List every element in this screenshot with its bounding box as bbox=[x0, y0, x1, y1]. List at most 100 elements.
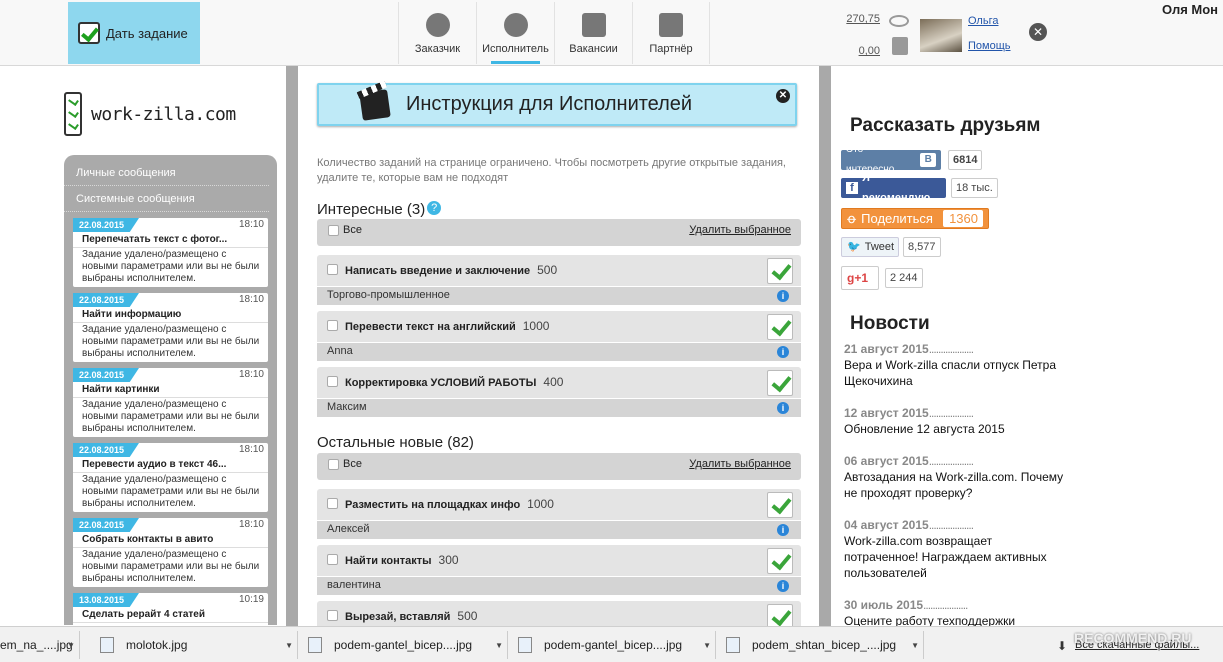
facebook-recommend-button[interactable]: f Я рекомендую bbox=[841, 172, 946, 204]
tab-executor[interactable]: Исполнитель bbox=[476, 2, 554, 64]
help-link[interactable]: Помощь bbox=[968, 40, 1011, 52]
tab-vacancies-label: Вакансии bbox=[569, 43, 618, 55]
balance-bonus[interactable]: 0,00 bbox=[840, 44, 880, 59]
odnoklassniki-count: 1360 bbox=[943, 210, 983, 227]
task-checkbox[interactable] bbox=[327, 376, 338, 387]
tweet-button[interactable]: 🐦 Tweet bbox=[841, 237, 899, 257]
download-item[interactable]: molotok.jpg ▼ bbox=[92, 631, 298, 659]
news-text[interactable]: Обновление 12 августа 2015 bbox=[844, 421, 1064, 437]
download-item[interactable]: podem_shtan_bicep_....jpg ▼ bbox=[718, 631, 924, 659]
info-icon[interactable]: i bbox=[777, 524, 789, 536]
info-icon[interactable]: i bbox=[777, 290, 789, 302]
news-text[interactable]: Автозадания на Work-zilla.com. Почему не… bbox=[844, 469, 1064, 501]
message-date: 22.08.2015 bbox=[73, 368, 139, 382]
accept-check-icon[interactable] bbox=[767, 548, 793, 574]
task-title[interactable]: Корректировка УСЛОВИЙ РАБОТЫ bbox=[345, 377, 536, 389]
customer-icon bbox=[425, 13, 450, 37]
vk-share-button[interactable]: Это интересно В bbox=[841, 144, 941, 175]
task-title[interactable]: Разместить на площадках инфо bbox=[345, 499, 520, 511]
message-item[interactable]: 22.08.2015 18:10 Перевести аудио в текст … bbox=[73, 443, 268, 512]
task-checkbox[interactable] bbox=[327, 264, 338, 275]
task-checkbox[interactable] bbox=[327, 320, 338, 331]
video-clapper-icon bbox=[359, 88, 391, 121]
give-task-label: Дать задание bbox=[106, 25, 188, 41]
coins-icon bbox=[889, 15, 909, 27]
news-text[interactable]: Work-zilla.com возвращает потраченное! Н… bbox=[844, 533, 1064, 581]
task-row[interactable]: Перевести текст на английский 1000 bbox=[317, 311, 801, 342]
info-icon[interactable]: i bbox=[777, 580, 789, 592]
google-plus-count: 2 244 bbox=[885, 268, 923, 288]
personal-messages-link[interactable]: Личные сообщения bbox=[64, 160, 269, 186]
news-date: 06 август 2015 bbox=[844, 453, 1064, 469]
news-item[interactable]: 06 август 2015 Автозадания на Work-zilla… bbox=[844, 453, 1064, 501]
give-task-button[interactable]: Дать задание bbox=[68, 2, 200, 64]
download-item[interactable]: em_na_....jpg ▼ bbox=[0, 631, 80, 659]
balance-main[interactable]: 270,75 bbox=[840, 12, 880, 27]
message-title: Собрать контакты в авито bbox=[73, 532, 268, 548]
chevron-down-icon[interactable]: ▼ bbox=[911, 641, 919, 650]
news-item[interactable]: 21 август 2015 Вера и Work-zilla спасли … bbox=[844, 341, 1064, 389]
download-item[interactable]: podem-gantel_bicep....jpg ▼ bbox=[300, 631, 508, 659]
download-item[interactable]: podem-gantel_bicep....jpg ▼ bbox=[510, 631, 716, 659]
message-title: Перевести аудио в текст 46... bbox=[73, 457, 268, 473]
message-item[interactable]: 22.08.2015 18:10 Перепечатать текст с фот… bbox=[73, 218, 268, 287]
help-question-icon[interactable]: ? bbox=[427, 201, 442, 215]
message-item[interactable]: 13.08.2015 10:19 Сделать рерайт 4 статей bbox=[73, 593, 268, 625]
task-row[interactable]: Написать введение и заключение 500 bbox=[317, 255, 801, 286]
task-title[interactable]: Перевести текст на английский bbox=[345, 321, 516, 333]
task-checkbox[interactable] bbox=[327, 610, 338, 621]
chevron-down-icon[interactable]: ▼ bbox=[495, 641, 503, 650]
task-author: Торгово-промышленное bbox=[327, 289, 450, 301]
news-item[interactable]: 30 июль 2015 Оцените работу техподдержки bbox=[844, 597, 1064, 629]
info-icon[interactable]: i bbox=[777, 402, 789, 414]
select-all-bar: Все Удалить выбранное bbox=[317, 219, 801, 246]
task-title[interactable]: Вырезай, вставляй bbox=[345, 611, 450, 623]
delete-selected-link[interactable]: Удалить выбранное bbox=[689, 458, 791, 470]
avatar[interactable] bbox=[920, 19, 962, 52]
task-title[interactable]: Написать введение и заключение bbox=[345, 265, 530, 277]
tab-customer[interactable]: Заказчик bbox=[398, 2, 476, 64]
column-divider-right bbox=[819, 66, 831, 626]
message-item[interactable]: 22.08.2015 18:10 Найти информацию Задание… bbox=[73, 293, 268, 362]
task-row[interactable]: Корректировка УСЛОВИЙ РАБОТЫ 400 bbox=[317, 367, 801, 398]
delete-selected-link[interactable]: Удалить выбранное bbox=[689, 224, 791, 236]
column-divider-left bbox=[286, 66, 298, 626]
task-card: Корректировка УСЛОВИЙ РАБОТЫ 400 Максим i bbox=[317, 367, 801, 417]
task-title[interactable]: Найти контакты bbox=[345, 555, 432, 567]
user-name-link[interactable]: Ольга bbox=[968, 15, 998, 27]
odnoklassniki-share-button[interactable]: ꝋ Поделиться 1360 bbox=[841, 208, 989, 229]
tab-partner[interactable]: Партнёр bbox=[632, 2, 710, 64]
tab-vacancies[interactable]: Вакансии bbox=[554, 2, 632, 64]
close-banner-icon[interactable]: ✕ bbox=[776, 89, 790, 103]
task-row[interactable]: Разместить на площадках инфо 1000 bbox=[317, 489, 801, 520]
chevron-down-icon[interactable]: ▼ bbox=[67, 641, 75, 650]
task-checkbox[interactable] bbox=[327, 498, 338, 509]
task-row[interactable]: Найти контакты 300 bbox=[317, 545, 801, 576]
browser-profile-name[interactable]: Оля Мон bbox=[1162, 2, 1218, 17]
google-plus-button[interactable]: g+1 bbox=[841, 266, 879, 290]
system-messages-link[interactable]: Системные сообщения bbox=[64, 186, 269, 212]
task-checkbox[interactable] bbox=[327, 554, 338, 565]
news-text[interactable]: Вера и Work-zilla спасли отпуск Петра Ще… bbox=[844, 357, 1064, 389]
info-icon[interactable]: i bbox=[777, 346, 789, 358]
logout-close-icon[interactable]: ✕ bbox=[1029, 23, 1047, 41]
accept-check-icon[interactable] bbox=[767, 370, 793, 396]
news-item[interactable]: 04 август 2015 Work-zilla.com возвращает… bbox=[844, 517, 1064, 581]
chevron-down-icon[interactable]: ▼ bbox=[285, 641, 293, 650]
message-title: Перепечатать текст с фотог... bbox=[73, 232, 268, 248]
logo-text: work-zilla.com bbox=[91, 103, 236, 125]
site-logo[interactable]: work-zilla.com bbox=[64, 92, 236, 136]
chevron-down-icon[interactable]: ▼ bbox=[703, 641, 711, 650]
instructions-banner[interactable]: Инструкция для Исполнителей ✕ bbox=[317, 83, 797, 126]
accept-check-icon[interactable] bbox=[767, 314, 793, 340]
message-item[interactable]: 22.08.2015 18:10 Найти картинки Задание у… bbox=[73, 368, 268, 437]
interesting-section-title: Интересные (3)? bbox=[317, 201, 442, 218]
news-item[interactable]: 12 август 2015 Обновление 12 августа 201… bbox=[844, 405, 1064, 437]
select-all-checkbox[interactable] bbox=[328, 225, 339, 236]
message-item[interactable]: 22.08.2015 18:10 Собрать контакты в авито… bbox=[73, 518, 268, 587]
accept-check-icon[interactable] bbox=[767, 258, 793, 284]
accept-check-icon[interactable] bbox=[767, 492, 793, 518]
twitter-icon: 🐦 bbox=[847, 241, 861, 253]
select-all-checkbox[interactable] bbox=[328, 459, 339, 470]
message-date: 13.08.2015 bbox=[73, 593, 139, 607]
